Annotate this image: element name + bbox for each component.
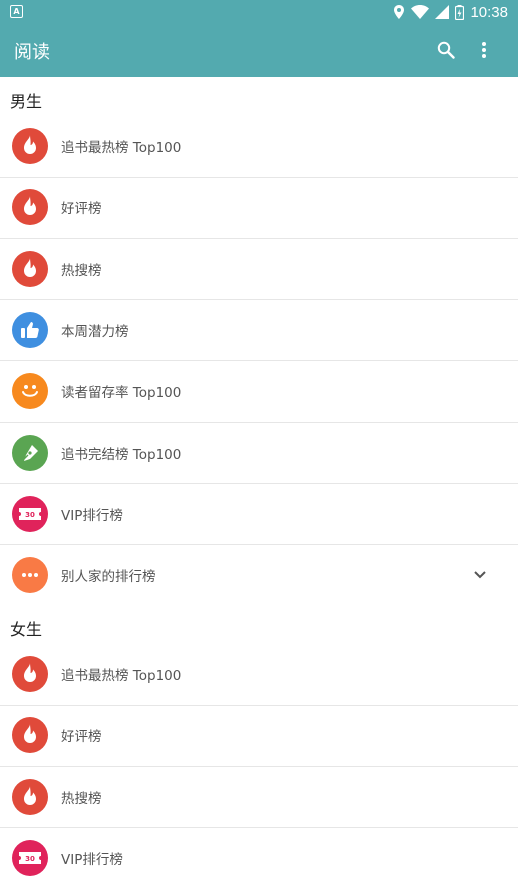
- fire-icon: [12, 189, 48, 226]
- list-item-label: 追书最热榜 Top100: [61, 668, 182, 684]
- more-vert-icon: [482, 42, 486, 58]
- pen-icon: [12, 434, 48, 471]
- app-bar: 阅读: [0, 24, 518, 77]
- list-item[interactable]: 追书最热榜 Top100: [0, 644, 518, 705]
- list-item-label: 追书最热榜 Top100: [61, 140, 182, 156]
- list-item-label: VIP排行榜: [61, 507, 123, 524]
- list-item[interactable]: 30 VIP排行榜: [0, 828, 518, 889]
- list-item[interactable]: 别人家的排行榜: [0, 545, 518, 606]
- page-title: 阅读: [14, 42, 50, 63]
- notification-a-icon: A: [10, 5, 23, 18]
- signal-icon: [435, 5, 450, 19]
- svg-text:30: 30: [25, 511, 35, 519]
- svg-text:30: 30: [25, 855, 35, 863]
- list-item-label: 别人家的排行榜: [61, 569, 156, 586]
- search-button[interactable]: [432, 36, 460, 64]
- status-time: 10:38: [470, 3, 508, 21]
- list-item[interactable]: 30 VIP排行榜: [0, 484, 518, 545]
- list-item[interactable]: 追书完结榜 Top100: [0, 423, 518, 484]
- section-title: 男生: [10, 92, 43, 111]
- list-item-label: 本周潜力榜: [61, 323, 129, 340]
- more-options-button[interactable]: [470, 36, 498, 64]
- smile-icon: [12, 373, 48, 410]
- chevron-down-icon[interactable]: [470, 565, 490, 585]
- list-item-label: 读者留存率 Top100: [61, 385, 182, 402]
- ticket-icon: 30: [12, 839, 48, 876]
- list-item-label: 热搜榜: [61, 262, 102, 279]
- status-bar: A 10:38: [0, 0, 518, 24]
- wifi-icon: [411, 5, 430, 19]
- fire-icon: [12, 717, 48, 754]
- list-item[interactable]: 本周潜力榜: [0, 300, 518, 361]
- list-item-label: 热搜榜: [61, 790, 102, 807]
- fire-icon: [12, 778, 48, 815]
- fire-icon: [12, 250, 48, 287]
- list-item[interactable]: 热搜榜: [0, 239, 518, 300]
- list-item-label: 好评榜: [61, 201, 102, 218]
- list-item-label: 追书完结榜 Top100: [61, 446, 182, 463]
- list-item-label: 好评榜: [61, 729, 102, 746]
- fire-icon: [12, 656, 48, 692]
- list-item-label: VIP排行榜: [61, 851, 123, 868]
- ticket-icon: 30: [12, 495, 48, 532]
- more-dots-icon: [12, 557, 48, 594]
- list-item[interactable]: 热搜榜: [0, 767, 518, 828]
- location-icon: [394, 5, 405, 19]
- list-item[interactable]: 好评榜: [0, 177, 518, 238]
- status-icons: 10:38: [393, 2, 508, 22]
- search-icon: [437, 41, 455, 59]
- list-item[interactable]: 读者留存率 Top100: [0, 361, 518, 422]
- thumbs-up-icon: [12, 311, 48, 348]
- fire-icon: [12, 128, 48, 164]
- list-item[interactable]: 好评榜: [0, 705, 518, 766]
- list-item[interactable]: 追书最热榜 Top100: [0, 116, 518, 177]
- battery-icon: [455, 4, 465, 20]
- section-title: 女生: [10, 620, 43, 639]
